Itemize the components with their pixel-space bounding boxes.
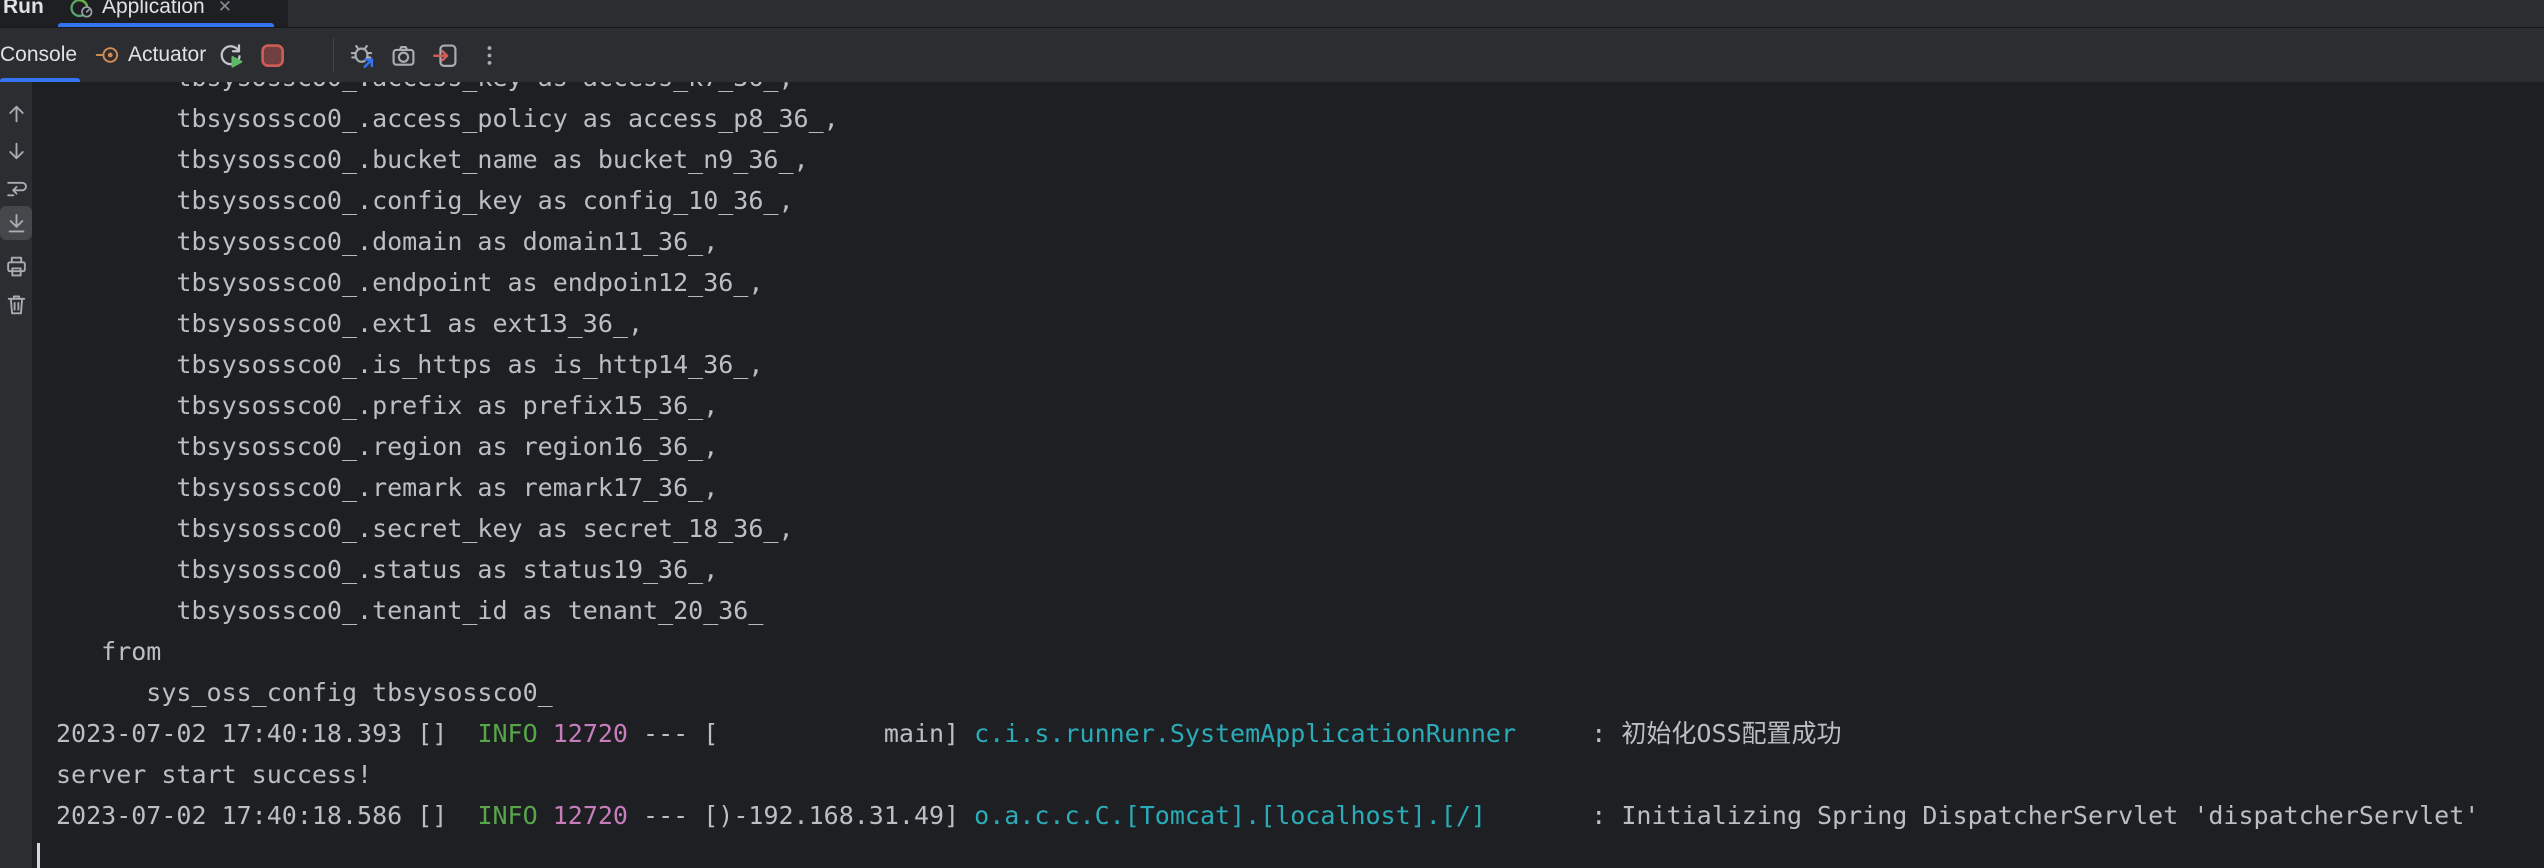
- console-line: tbsysossco0_.remark as remark17_36_,: [56, 467, 2544, 508]
- stop-icon: [258, 41, 287, 70]
- down-the-stack-trace-button[interactable]: [3, 138, 29, 164]
- console-line: tbsysossco0_.ext1 as ext13_36_,: [56, 303, 2544, 344]
- soft-wrap-button[interactable]: [3, 175, 29, 201]
- print-button[interactable]: [3, 253, 29, 279]
- clear-all-button[interactable]: [3, 291, 29, 317]
- run-tab-bar: Run Application ✕: [0, 0, 2544, 28]
- run-tool-window: { "colors": { "accent_blue": "#3574f0", …: [0, 0, 2544, 868]
- rerun-button[interactable]: [214, 39, 246, 71]
- tab-close-icon[interactable]: ✕: [218, 0, 232, 17]
- camera-icon: [389, 41, 418, 70]
- toolbar-divider: [333, 38, 334, 72]
- tab-console-label: Console: [0, 43, 77, 67]
- console-line: tbsysossco0_.bucket_name as bucket_n9_36…: [56, 139, 2544, 180]
- tab-console[interactable]: Console: [0, 43, 77, 67]
- thread-dump-button[interactable]: [387, 39, 419, 71]
- tab-actuator[interactable]: Actuator: [94, 42, 206, 68]
- console-line: tbsysossco0_.domain as domain11_36_,: [56, 221, 2544, 262]
- kebab-menu-icon: [476, 42, 503, 69]
- text-cursor: [37, 843, 40, 868]
- trash-icon: [4, 292, 29, 317]
- actuator-icon: [94, 42, 120, 68]
- up-arrow-icon: [4, 101, 29, 126]
- up-the-stack-trace-button[interactable]: [3, 100, 29, 126]
- log-line: 2023-07-02 17:40:18.586 [] INFO 12720 --…: [56, 795, 2544, 836]
- console-line: tbsysossco0_.prefix as prefix15_36_,: [56, 385, 2544, 426]
- cursor-line: [56, 836, 2544, 868]
- console-line: tbsysossco0_.is_https as is_http14_36_,: [56, 344, 2544, 385]
- console-output-pre: tbsysossco0_.access_key as access_k7_36_…: [32, 82, 2544, 868]
- console-line: tbsysossco0_.tenant_id as tenant_20_36_: [56, 590, 2544, 631]
- exit-button[interactable]: [429, 39, 461, 71]
- console-line: tbsysossco0_.secret_key as secret_18_36_…: [56, 508, 2544, 549]
- rerun-icon: [216, 41, 245, 70]
- console-output[interactable]: tbsysossco0_.access_key as access_k7_36_…: [32, 82, 2544, 868]
- exit-icon: [431, 41, 460, 70]
- console-line: server start success!: [56, 754, 2544, 795]
- console-line: tbsysossco0_.config_key as config_10_36_…: [56, 180, 2544, 221]
- console-toolbar: Console Actuator: [0, 28, 2544, 82]
- console-left-toolbar: [0, 82, 32, 868]
- console-line: tbsysossco0_.access_policy as access_p8_…: [56, 98, 2544, 139]
- print-icon: [4, 254, 29, 279]
- tab-application-label: Application: [102, 0, 205, 19]
- scroll-to-end-button[interactable]: [3, 210, 29, 236]
- console-line: from: [56, 631, 2544, 672]
- tab-actuator-label: Actuator: [128, 43, 206, 67]
- tab-application[interactable]: Application ✕: [62, 0, 238, 20]
- console-line: tbsysossco0_.region as region16_36_,: [56, 426, 2544, 467]
- active-tab-underline: [58, 23, 274, 27]
- console-line: tbsysossco0_.status as status19_36_,: [56, 549, 2544, 590]
- attach-debugger-button[interactable]: [345, 39, 377, 71]
- spring-boot-run-icon: [68, 0, 93, 20]
- console-line: tbsysossco0_.endpoint as endpoin12_36_,: [56, 262, 2544, 303]
- more-options-button[interactable]: [473, 39, 505, 71]
- debug-bug-icon: [347, 41, 376, 70]
- sql-line-clipped: tbsysossco0_.access_key as access_k7_36_…: [56, 82, 2544, 98]
- down-arrow-icon: [4, 139, 29, 164]
- stop-button[interactable]: [256, 39, 288, 71]
- log-line: 2023-07-02 17:40:18.393 [] INFO 12720 --…: [56, 713, 2544, 754]
- tool-window-title: Run: [3, 0, 56, 19]
- scroll-to-end-icon: [4, 211, 29, 236]
- soft-wrap-icon: [4, 176, 29, 201]
- console-line: sys_oss_config tbsysossco0_: [56, 672, 2544, 713]
